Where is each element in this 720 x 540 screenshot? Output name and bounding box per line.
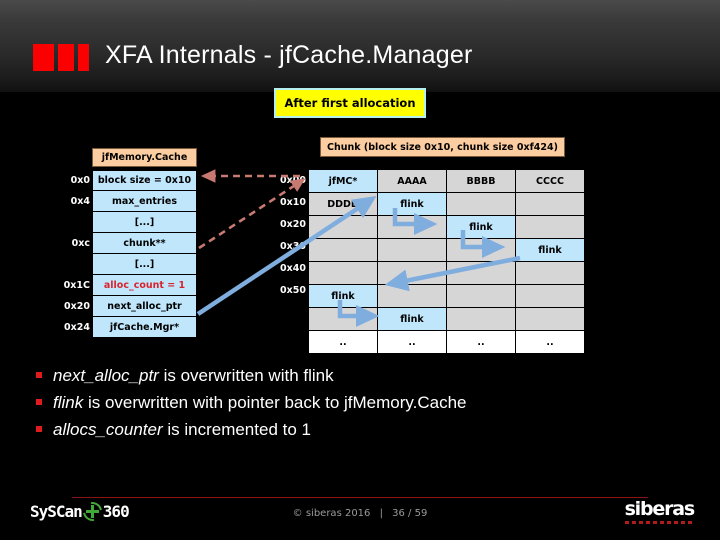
chunk-offset-label: 0x40 [280,262,306,274]
bullet-square-icon [36,426,42,432]
left-struct-offset-label: 0x0 [70,175,90,186]
plus-icon [79,498,106,525]
chunk-cell [308,215,378,239]
chunk-cell [515,284,585,308]
title-band: XFA Internals - jfCache.Manager [0,0,720,92]
left-struct-row: next_alloc_ptr [92,296,197,317]
page-title: XFA Internals - jfCache.Manager [105,41,473,69]
footer-separator: | [379,508,383,519]
left-struct-row: alloc_count = 1 [92,275,197,296]
list-item-label: next_alloc_ptr is overwritten with flink [53,366,334,385]
chunk-cell [377,215,447,239]
chunk-cell [446,284,516,308]
chunk-cell [515,307,585,331]
title-squares-decoration [33,44,89,71]
left-struct-header: jfMemory.Cache [92,148,197,167]
syscan360-logo-suffix: 360 [102,502,130,521]
chunk-cell: .. [446,330,516,354]
table-row: flink [308,215,585,239]
chunk-offset-label: 0x20 [280,218,306,230]
chunk-cell: flink [377,307,447,331]
red-square-icon-2 [58,44,74,71]
chunk-cell: jfMC* [308,169,378,193]
table-row: ........ [308,330,585,354]
chunk-cell: flink [446,215,516,239]
table-row: DDDD flink [308,192,585,216]
left-struct-offset-label: 0xc [71,238,90,249]
chunk-cell: .. [308,330,378,354]
left-struct-row: [...] [92,212,197,233]
footer-copyright: © siberas 2016 [292,508,371,519]
table-row: jfMC* AAAA BBBB CCCC [308,169,585,193]
chunk-offset-label [272,301,306,323]
siberas-logo-text: siberas [624,498,696,520]
left-struct-row: max_entries [92,191,197,212]
chunk-cell [308,261,378,285]
left-struct-row: jfCache.Mgr* [92,317,197,338]
left-struct-offset-label: 0x24 [64,322,90,333]
chunk-cell [515,261,585,285]
siberas-logo: siberas [624,498,696,524]
bullet-list: next_alloc_ptr is overwritten with flink… [36,366,696,447]
left-struct-table: block size = 0x10 max_entries [...] chunk**… [92,170,197,338]
left-struct-row: [...] [92,254,197,275]
chunk-cell: flink [515,238,585,262]
chunk-offset-label: 0x50 [280,284,306,296]
chunk-cell [377,238,447,262]
chunk-cell: DDDD [308,192,378,216]
chunk-cell [308,238,378,262]
siberas-logo-underline [624,521,694,524]
list-item: allocs_counter is incremented to 1 [36,420,696,440]
chunk-cell [377,261,447,285]
chunk-cell [377,284,447,308]
footer-divider [72,497,648,498]
chunk-offset-label: 0x30 [280,240,306,252]
list-item-label: flink is overwritten with pointer back t… [53,393,467,412]
red-square-icon-1 [33,44,54,71]
bullet-square-icon [36,399,42,405]
chunk-cell [446,192,516,216]
chunk-cell: .. [515,330,585,354]
bullet-square-icon [36,372,42,378]
left-struct-offset-label: 0x20 [64,301,90,312]
left-struct-offset-label [52,254,90,275]
chunk-table-header: Chunk (block size 0x10, chunk size 0xf42… [320,137,565,157]
chunk-cell: flink [377,192,447,216]
table-row [308,261,585,285]
slide-canvas: XFA Internals - jfCache.Manager After fi… [0,0,720,540]
table-row: flink [308,307,585,331]
chunk-cell: .. [377,330,447,354]
list-item: flink is overwritten with pointer back t… [36,393,696,413]
syscan360-logo: SySCan 360 [30,498,130,525]
left-struct-offset-label: 0x1C [63,280,90,291]
left-struct-offset-label: 0x4 [70,196,90,207]
left-struct-row: block size = 0x10 [92,170,197,191]
chunk-offset-label: 0x10 [280,196,306,208]
table-row: flink [308,238,585,262]
table-row: flink [308,284,585,308]
chunk-cell: CCCC [515,169,585,193]
left-struct-offset-label [52,212,90,233]
chunk-cell [446,307,516,331]
syscan360-logo-text: SySCan [30,502,83,521]
list-item: next_alloc_ptr is overwritten with flink [36,366,696,386]
chunk-cell: AAAA [377,169,447,193]
chunk-cell [446,238,516,262]
chunk-cell [515,192,585,216]
chunk-cell [446,261,516,285]
left-struct-row: chunk** [92,233,197,254]
red-square-icon-3 [78,44,89,71]
list-item-label: allocs_counter is incremented to 1 [53,420,311,439]
chunk-cell [515,215,585,239]
chunk-cell: BBBB [446,169,516,193]
chunk-cell [308,307,378,331]
chunk-cell: flink [308,284,378,308]
chunk-offset-label: 0x00 [280,174,306,186]
callout-after-first-allocation: After first allocation [274,88,426,118]
footer-page-number: 36 / 59 [392,508,428,519]
chunk-table: jfMC* AAAA BBBB CCCC DDDD flink flink flink flin… [308,169,585,354]
chunk-offset-label [272,323,306,345]
